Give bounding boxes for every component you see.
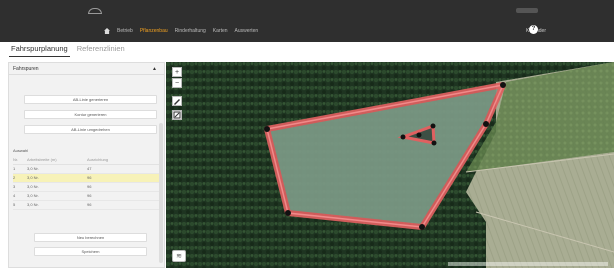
home-icon[interactable] (104, 28, 110, 34)
col-header: Ausrichtung (87, 155, 159, 165)
panel-header[interactable]: Fahrspuren ▲ (9, 63, 164, 75)
app-logo (88, 8, 102, 14)
top-bar: Betrieb Pflanzenbau Rinderhaltung Karten Aus… (0, 0, 614, 42)
table-cell: 3,0 Nr. (27, 182, 87, 192)
table-cell: 96 (87, 173, 159, 183)
draw-tool-icon[interactable] (172, 96, 182, 106)
table-row[interactable]: 1 3,0 Nr. 47 (13, 164, 159, 174)
layers-icon[interactable]: ≋ (172, 250, 186, 262)
table-cell: 1 (13, 164, 27, 174)
help-icon[interactable]: ? (529, 25, 538, 34)
nav-item-rinderhaltung[interactable]: Rinderhaltung (175, 28, 206, 34)
recalculate-button[interactable]: Neu berechnen (34, 233, 147, 242)
tab-strip: Fahrspurplanung Referenzlinien (9, 43, 127, 57)
table-cell: 47 (87, 164, 159, 174)
satellite-map (166, 62, 614, 268)
table-cell: 3,0 Nr. (27, 200, 87, 210)
nav-item-karten[interactable]: Karten (213, 28, 228, 34)
table-row[interactable]: 4 3,0 Nr. 96 (13, 191, 159, 201)
main-nav: Betrieb Pflanzenbau Rinderhaltung Karten Aus… (104, 28, 258, 34)
table-cell: 3 (13, 182, 27, 192)
col-header: Nr. (13, 155, 27, 165)
col-header: Arbeitsbreite (m) (27, 155, 87, 165)
ab-line-generate-button[interactable]: AB-Linie generieren (24, 95, 157, 104)
sidebar-panel: Fahrspuren ▲ AB-Linie generieren Kontur … (8, 62, 165, 268)
zoom-out-button[interactable]: − (172, 78, 182, 88)
table-cell: 4 (13, 191, 27, 201)
map-attribution (448, 262, 608, 266)
table-row[interactable]: 5 3,0 Nr. 96 (13, 200, 159, 210)
table-row[interactable]: 3 3,0 Nr. 96 (13, 182, 159, 192)
table-cell: 2 (13, 173, 27, 183)
lanes-table: Nr. Arbeitsbreite (m) Ausrichtung 1 3,0 N… (13, 155, 159, 210)
table-cell: 3,0 Nr. (27, 173, 87, 183)
nav-item-auswerten[interactable]: Auswerten (235, 28, 259, 34)
table-cell: 96 (87, 182, 159, 192)
table-cell: 3,0 Nr. (27, 191, 87, 201)
table-row[interactable]: 2 3,0 Nr. 96 (13, 173, 159, 183)
ab-line-reverse-button[interactable]: AB-Linie umgedrehen (24, 125, 157, 134)
table-cell: 96 (87, 200, 159, 210)
nav-item-betrieb[interactable]: Betrieb (117, 28, 133, 34)
user-info (516, 8, 538, 13)
collapse-icon[interactable]: ▲ (152, 66, 157, 72)
panel-title: Fahrspuren (13, 66, 39, 72)
save-button[interactable]: Speichern (34, 247, 147, 256)
zoom-in-button[interactable]: + (172, 67, 182, 77)
tab-fahrspurplanung[interactable]: Fahrspurplanung (9, 43, 70, 57)
table-cell: 96 (87, 191, 159, 201)
tab-referenzlinien[interactable]: Referenzlinien (75, 43, 127, 57)
table-cell: 5 (13, 200, 27, 210)
contour-generate-button[interactable]: Kontur generieren (24, 110, 157, 119)
section-label: Auswahl (13, 148, 29, 153)
map-view[interactable]: + − ≋ (166, 62, 614, 268)
edit-tool-icon[interactable] (172, 110, 182, 120)
nav-item-pflanzenbau[interactable]: Pflanzenbau (140, 28, 168, 34)
table-cell: 3,0 Nr. (27, 164, 87, 174)
sidebar-scrollbar[interactable] (159, 123, 163, 263)
